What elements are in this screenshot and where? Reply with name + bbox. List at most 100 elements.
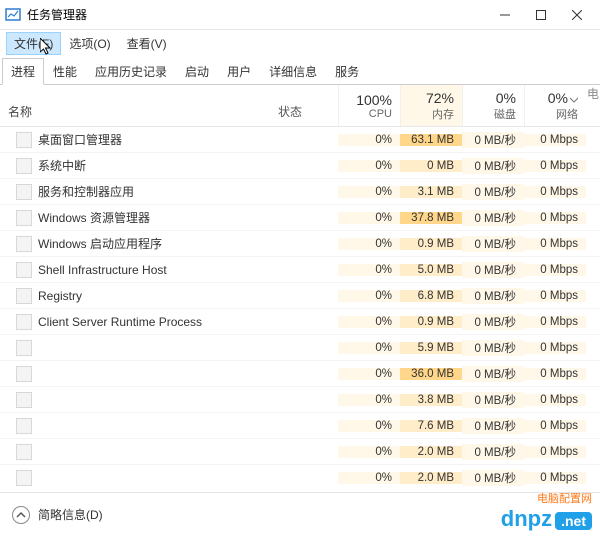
process-name-cell	[0, 444, 278, 460]
process-icon	[16, 470, 32, 486]
header-extra[interactable]: 电	[586, 85, 600, 126]
process-name-cell	[0, 418, 278, 434]
table-row[interactable]: 0%36.0 MB0 MB/秒0 Mbps	[0, 361, 600, 387]
disk-cell: 0 MB/秒	[462, 470, 524, 486]
disk-cell: 0 MB/秒	[462, 132, 524, 148]
disk-cell: 0 MB/秒	[462, 340, 524, 356]
process-name-cell: Shell Infrastructure Host	[0, 262, 278, 278]
header-memory[interactable]: 72% 内存	[400, 85, 462, 126]
disk-cell: 0 MB/秒	[462, 444, 524, 460]
table-row[interactable]: 桌面窗口管理器0%63.1 MB0 MB/秒0 Mbps	[0, 127, 600, 153]
network-cell: 0 Mbps	[524, 342, 586, 354]
memory-cell: 5.9 MB	[400, 342, 462, 354]
disk-cell: 0 MB/秒	[462, 210, 524, 226]
process-name: Windows 资源管理器	[38, 209, 150, 226]
memory-cell: 0.9 MB	[400, 316, 462, 328]
tab-details[interactable]: 详细信息	[260, 58, 326, 85]
network-cell: 0 Mbps	[524, 212, 586, 224]
process-icon	[16, 184, 32, 200]
header-disk-pct: 0%	[463, 90, 516, 106]
disk-cell: 0 MB/秒	[462, 236, 524, 252]
cpu-cell: 0%	[338, 368, 400, 380]
table-row[interactable]: Shell Infrastructure Host0%5.0 MB0 MB/秒0…	[0, 257, 600, 283]
header-name[interactable]: 名称	[0, 85, 278, 126]
process-table[interactable]: 桌面窗口管理器0%63.1 MB0 MB/秒0 Mbps系统中断0%0 MB0 …	[0, 127, 600, 487]
memory-cell: 5.0 MB	[400, 264, 462, 276]
disk-cell: 0 MB/秒	[462, 418, 524, 434]
cpu-cell: 0%	[338, 290, 400, 302]
process-name: Client Server Runtime Process	[38, 315, 202, 329]
close-button[interactable]	[559, 2, 595, 28]
watermark: 电脑配置网 dnpz .net	[501, 490, 592, 532]
cpu-cell: 0%	[338, 420, 400, 432]
header-disk-lbl: 磁盘	[463, 106, 516, 122]
disk-cell: 0 MB/秒	[462, 288, 524, 304]
header-disk[interactable]: 0% 磁盘	[462, 85, 524, 126]
table-row[interactable]: 0%2.0 MB0 MB/秒0 Mbps	[0, 465, 600, 487]
disk-cell: 0 MB/秒	[462, 314, 524, 330]
network-cell: 0 Mbps	[524, 186, 586, 198]
memory-cell: 0.9 MB	[400, 238, 462, 250]
header-net-pct: 0%	[525, 90, 578, 106]
header-cpu[interactable]: 100% CPU	[338, 85, 400, 126]
tab-users[interactable]: 用户	[218, 58, 260, 85]
fewer-details-button[interactable]	[12, 506, 30, 524]
network-cell: 0 Mbps	[524, 472, 586, 484]
tab-startup[interactable]: 启动	[176, 58, 218, 85]
table-row[interactable]: 0%2.0 MB0 MB/秒0 Mbps	[0, 439, 600, 465]
process-icon	[16, 262, 32, 278]
process-name: Registry	[38, 289, 82, 303]
memory-cell: 6.8 MB	[400, 290, 462, 302]
tabbar: 进程 性能 应用历史记录 启动 用户 详细信息 服务	[0, 57, 600, 85]
tab-services[interactable]: 服务	[326, 58, 368, 85]
menu-view[interactable]: 查看(V)	[119, 32, 175, 55]
maximize-button[interactable]	[523, 2, 559, 28]
table-row[interactable]: 服务和控制器应用0%3.1 MB0 MB/秒0 Mbps	[0, 179, 600, 205]
table-row[interactable]: 0%7.6 MB0 MB/秒0 Mbps	[0, 413, 600, 439]
memory-cell: 2.0 MB	[400, 472, 462, 484]
fewer-details-label[interactable]: 简略信息(D)	[38, 506, 103, 523]
table-row[interactable]: 0%3.8 MB0 MB/秒0 Mbps	[0, 387, 600, 413]
disk-cell: 0 MB/秒	[462, 392, 524, 408]
memory-cell: 2.0 MB	[400, 446, 462, 458]
table-row[interactable]: Registry0%6.8 MB0 MB/秒0 Mbps	[0, 283, 600, 309]
process-name: Shell Infrastructure Host	[38, 263, 167, 277]
process-name-cell: Windows 资源管理器	[0, 209, 278, 226]
chevron-up-icon	[16, 510, 26, 520]
process-icon	[16, 132, 32, 148]
cpu-cell: 0%	[338, 238, 400, 250]
process-name-cell: 服务和控制器应用	[0, 183, 278, 200]
minimize-button[interactable]	[487, 2, 523, 28]
table-row[interactable]: 系统中断0%0 MB0 MB/秒0 Mbps	[0, 153, 600, 179]
network-cell: 0 Mbps	[524, 446, 586, 458]
process-name: Windows 启动应用程序	[38, 235, 162, 252]
cpu-cell: 0%	[338, 472, 400, 484]
process-name-cell	[0, 340, 278, 356]
header-network[interactable]: 0% 网络	[524, 85, 586, 126]
process-name: 系统中断	[38, 157, 86, 174]
cpu-cell: 0%	[338, 342, 400, 354]
process-icon	[16, 210, 32, 226]
table-row[interactable]: Windows 启动应用程序0%0.9 MB0 MB/秒0 Mbps	[0, 231, 600, 257]
header-cpu-lbl: CPU	[339, 108, 392, 120]
disk-cell: 0 MB/秒	[462, 262, 524, 278]
process-icon	[16, 418, 32, 434]
tab-processes[interactable]: 进程	[2, 58, 44, 85]
tab-app-history[interactable]: 应用历史记录	[86, 58, 176, 85]
table-row[interactable]: Client Server Runtime Process0%0.9 MB0 M…	[0, 309, 600, 335]
process-icon	[16, 444, 32, 460]
menu-file[interactable]: 文件(F)	[6, 32, 61, 55]
cpu-cell: 0%	[338, 134, 400, 146]
table-row[interactable]: 0%5.9 MB0 MB/秒0 Mbps	[0, 335, 600, 361]
process-name-cell	[0, 392, 278, 408]
memory-cell: 3.8 MB	[400, 394, 462, 406]
process-name-cell: Client Server Runtime Process	[0, 314, 278, 330]
memory-cell: 7.6 MB	[400, 420, 462, 432]
memory-cell: 63.1 MB	[400, 134, 462, 146]
menu-options[interactable]: 选项(O)	[61, 32, 118, 55]
header-status[interactable]: 状态	[278, 85, 338, 126]
cpu-cell: 0%	[338, 186, 400, 198]
tab-performance[interactable]: 性能	[44, 58, 86, 85]
table-row[interactable]: Windows 资源管理器0%37.8 MB0 MB/秒0 Mbps	[0, 205, 600, 231]
process-name-cell: 系统中断	[0, 157, 278, 174]
